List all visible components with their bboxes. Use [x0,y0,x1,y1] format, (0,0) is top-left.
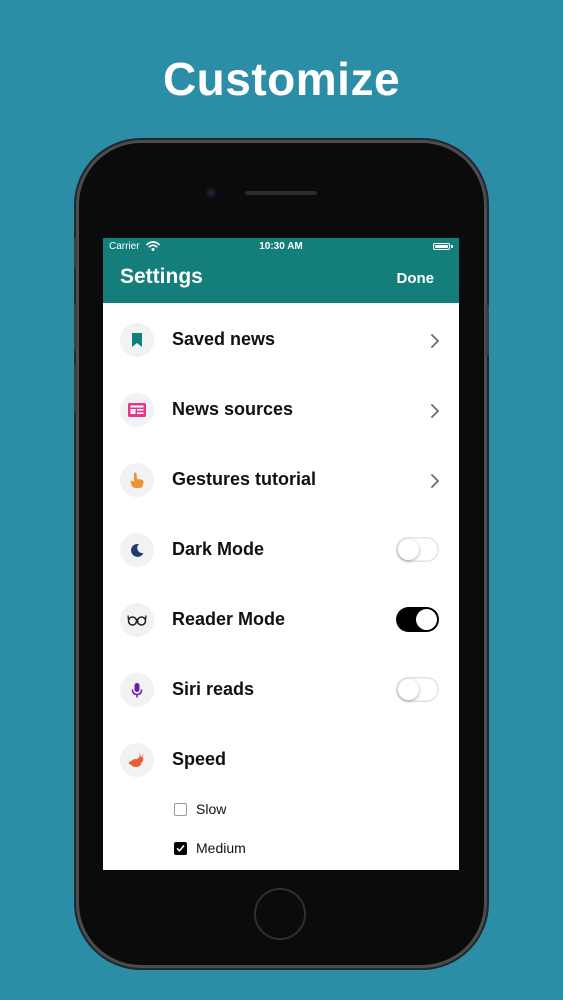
settings-row-gestures-tutorial[interactable]: Gestures tutorial [103,446,459,516]
settings-row-label: Gestures tutorial [172,469,317,489]
battery-tip [451,245,453,248]
medium-checkbox[interactable] [174,842,187,855]
settings-row-news-sources[interactable]: News sources [103,376,459,446]
dark-mode-toggle[interactable] [396,537,439,562]
navigation-bar: Carrier 10:30 AM Settings Done [103,238,459,303]
speed-option-label: Medium [196,840,246,856]
front-camera [206,188,216,198]
settings-row-label: Speed [172,749,227,769]
bookmark-icon [120,323,154,357]
volume-up-button [74,303,77,351]
settings-row-dark-mode: Dark Mode [103,516,459,586]
checkmark-icon [176,845,185,852]
settings-row-label: Reader Mode [172,609,286,629]
headline: Customize [162,53,401,105]
settings-row-speed: Speed [103,726,459,796]
toggle-knob [398,679,419,700]
glasses-icon [120,603,154,637]
settings-row-label: Dark Mode [172,539,265,559]
chevron-right-icon [431,404,439,418]
volume-down-button [74,365,77,413]
status-time: 10:30 AM [259,241,303,252]
moon-icon [120,533,154,567]
slow-checkbox[interactable] [174,803,187,816]
screen: Carrier 10:30 AM Settings Done Saved new… [103,238,459,870]
home-button[interactable] [254,888,306,940]
settings-row-label: Siri reads [172,679,255,699]
done-button[interactable]: Done [397,270,435,287]
settings-row-reader-mode: Reader Mode [103,586,459,656]
toggle-knob [416,609,437,630]
earpiece-speaker [245,191,317,195]
rabbit-icon [120,743,154,777]
chevron-right-icon [431,334,439,348]
settings-row-saved-news[interactable]: Saved news [103,306,459,376]
reader-mode-toggle[interactable] [396,607,439,632]
microphone-icon [120,673,154,707]
settings-row-siri-reads: Siri reads [103,656,459,726]
power-button [486,305,489,355]
settings-row-label: Saved news [172,329,276,349]
newspaper-icon [120,393,154,427]
mute-switch [74,238,77,268]
page-title: Settings [120,265,203,288]
toggle-knob [398,539,419,560]
battery-icon [433,243,450,250]
phone-frame: Carrier 10:30 AM Settings Done Saved new… [74,143,489,965]
chevron-right-icon [431,474,439,488]
hand-pointer-icon [120,463,154,497]
speed-option-label: Slow [196,801,227,817]
status-bar: Carrier 10:30 AM [103,241,459,255]
settings-row-label: News sources [172,399,294,419]
siri-reads-toggle[interactable] [396,677,439,702]
